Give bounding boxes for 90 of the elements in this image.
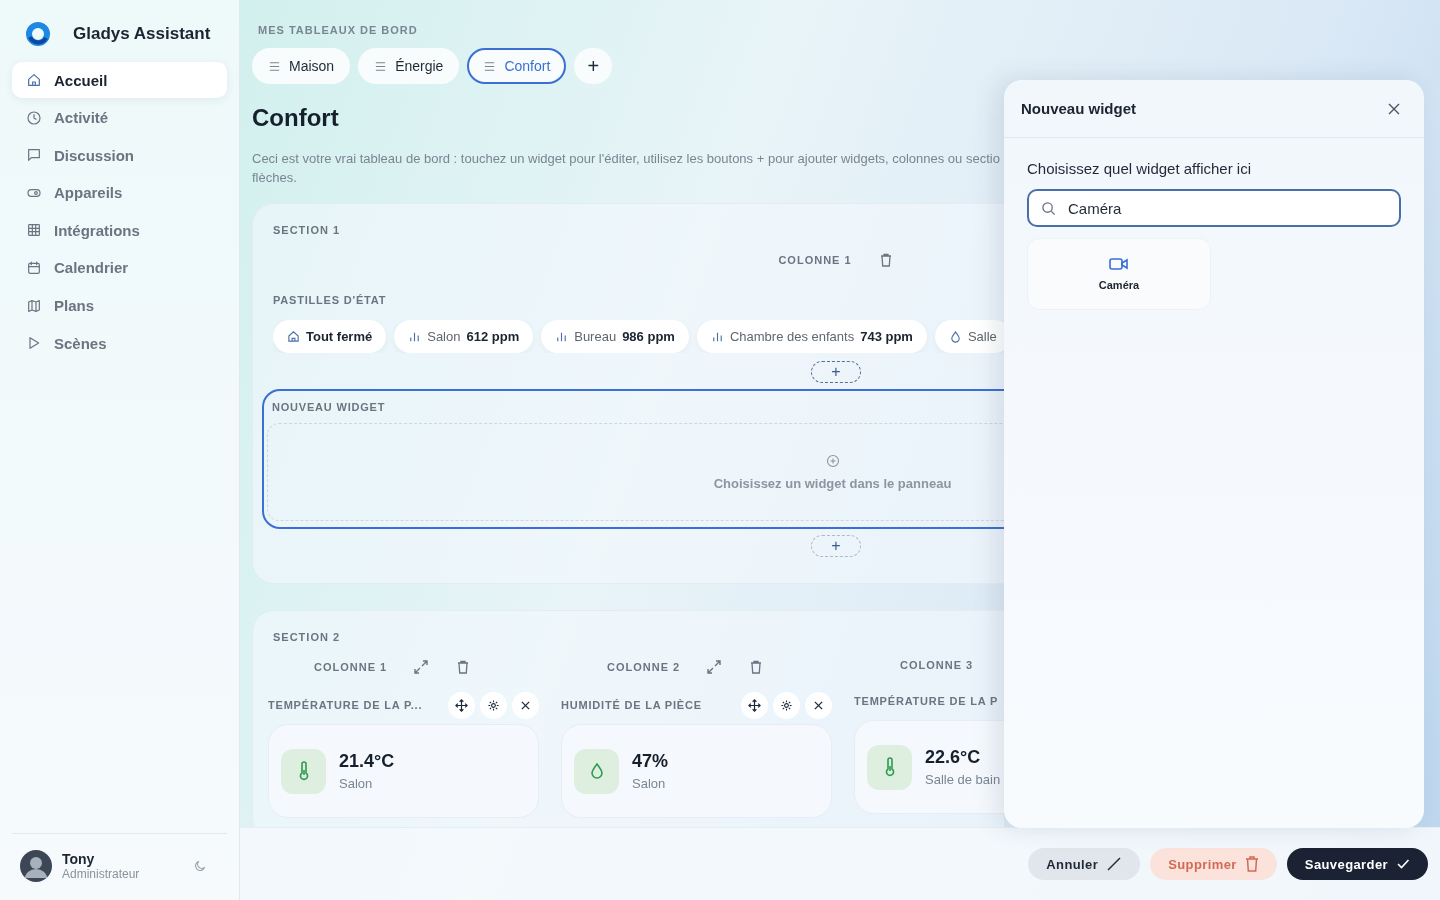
column-title: COLONNE 3 [900, 659, 974, 671]
slash-icon [1106, 856, 1123, 872]
nav-item[interactable]: Plans [12, 287, 227, 324]
trash-icon [1244, 856, 1259, 872]
status-chip[interactable]: Chambre des enfants 743 ppm [696, 320, 927, 353]
nav-item[interactable]: Calendrier [12, 249, 227, 286]
sensor-value: 22.6°C [925, 747, 982, 768]
bar-chart-icon [408, 330, 422, 343]
placeholder-hint: Choisissez un widget dans le panneau [713, 475, 952, 491]
play-icon [26, 335, 42, 352]
nav-item[interactable]: Scènes [12, 325, 227, 362]
map-icon [26, 297, 42, 314]
close-button[interactable] [805, 691, 832, 719]
add-circle-icon [825, 453, 840, 468]
move-icon [455, 698, 468, 712]
bar-chart-icon [555, 330, 569, 343]
dashboards-label: MES TABLEAUX DE BORD [257, 24, 419, 36]
menu-icon [483, 59, 497, 73]
search-icon [1041, 201, 1056, 216]
status-chip[interactable]: Tout fermé [273, 320, 387, 353]
drop-icon [588, 761, 605, 781]
dashboard-description: Ceci est votre vrai tableau de bord : touchez un widget pour l'éditer, utilisez les boutons + pour ajouter widgets, colonnes ou sectio flèches. [252, 150, 1001, 187]
dashboard-tab[interactable]: Confort [467, 48, 567, 84]
grid-icon [26, 222, 42, 239]
widget-title: NOUVEAU WIDGET [272, 401, 387, 413]
menu-icon [268, 59, 281, 73]
status-chip[interactable]: Bureau 986 ppm [541, 320, 689, 353]
sensor-value: 21.4°C [339, 751, 395, 772]
column-title: COLONNE 1 [314, 661, 388, 673]
move-button[interactable] [448, 691, 475, 719]
clock-icon [26, 109, 42, 126]
add-dashboard-button[interactable]: + [574, 48, 613, 84]
dashboard-tab[interactable]: Énergie [358, 48, 460, 84]
close-icon [520, 699, 531, 711]
sensor-card[interactable]: 47% Salon [561, 724, 832, 818]
column-title: COLONNE 2 [607, 661, 681, 673]
move-button[interactable] [741, 691, 768, 719]
sensor-room: Salle de bain [925, 772, 1001, 787]
calendar-icon [26, 259, 42, 276]
close-button[interactable] [512, 691, 539, 719]
panel-prompt: Choisissez quel widget afficher ici [1027, 160, 1252, 177]
widget-title: HUMIDITÉ DE LA PIÈCE [561, 699, 702, 711]
drop-icon [948, 330, 962, 343]
expand-icon[interactable] [706, 659, 723, 675]
menu-icon [374, 59, 388, 73]
widget-option[interactable]: Caméra [1027, 238, 1211, 310]
sensor-room: Salon [339, 776, 374, 791]
settings-button[interactable] [480, 691, 507, 719]
logo-icon [25, 21, 51, 47]
close-icon[interactable] [1388, 102, 1400, 115]
nav-item[interactable]: Activité [12, 99, 227, 136]
nav-item[interactable]: Intégrations [12, 212, 227, 249]
status-chip[interactable]: Salle [934, 320, 1004, 353]
nav-item[interactable]: Discussion [12, 137, 227, 174]
app-name: Gladys Assistant [73, 24, 211, 44]
expand-icon[interactable] [413, 659, 430, 675]
nav-item[interactable]: Appareils [12, 174, 227, 211]
search-field[interactable]: Caméra [1027, 189, 1401, 227]
nav-item[interactable]: Accueil [12, 62, 227, 98]
sensor-card[interactable]: 21.4°C Salon [268, 724, 539, 818]
check-icon [1396, 857, 1410, 871]
section-title: SECTION 2 [272, 631, 342, 643]
bar-chart-icon [710, 330, 724, 343]
moon-icon[interactable] [193, 859, 207, 873]
settings-button[interactable] [773, 691, 800, 719]
widget-title: PASTILLES D'ÉTAT [273, 294, 388, 306]
home-icon [26, 72, 42, 88]
cancel-button[interactable]: Annuler [1028, 848, 1141, 880]
chat-icon [26, 147, 42, 164]
status-chip[interactable]: Salon 612 ppm [394, 320, 534, 353]
widget-title: TEMPÉRATURE DE LA P [854, 695, 999, 707]
settings-icon [487, 698, 500, 712]
sensor-value: 47% [632, 751, 669, 772]
dashboard-tab[interactable]: Maison [252, 48, 351, 84]
save-button[interactable]: Sauvegarder [1286, 848, 1428, 880]
home-icon [287, 330, 300, 343]
dashboard-title: Confort [252, 104, 340, 132]
sensor-room: Salon [632, 776, 667, 791]
settings-icon [780, 698, 793, 712]
widget-title: TEMPÉRATURE DE LA P... [268, 699, 423, 711]
video-camera-icon [1109, 257, 1129, 271]
section-title: SECTION 1 [272, 224, 342, 236]
close-icon [813, 699, 824, 711]
user-role: Administrateur [62, 867, 140, 881]
column-title: COLONNE 1 [778, 254, 852, 266]
avatar [20, 850, 52, 882]
move-icon [748, 698, 761, 712]
panel-title: Nouveau widget [1021, 100, 1136, 117]
user-name: Tony [62, 851, 96, 867]
sensor-card[interactable]: 22.6°C Salle de bain [854, 720, 1004, 814]
